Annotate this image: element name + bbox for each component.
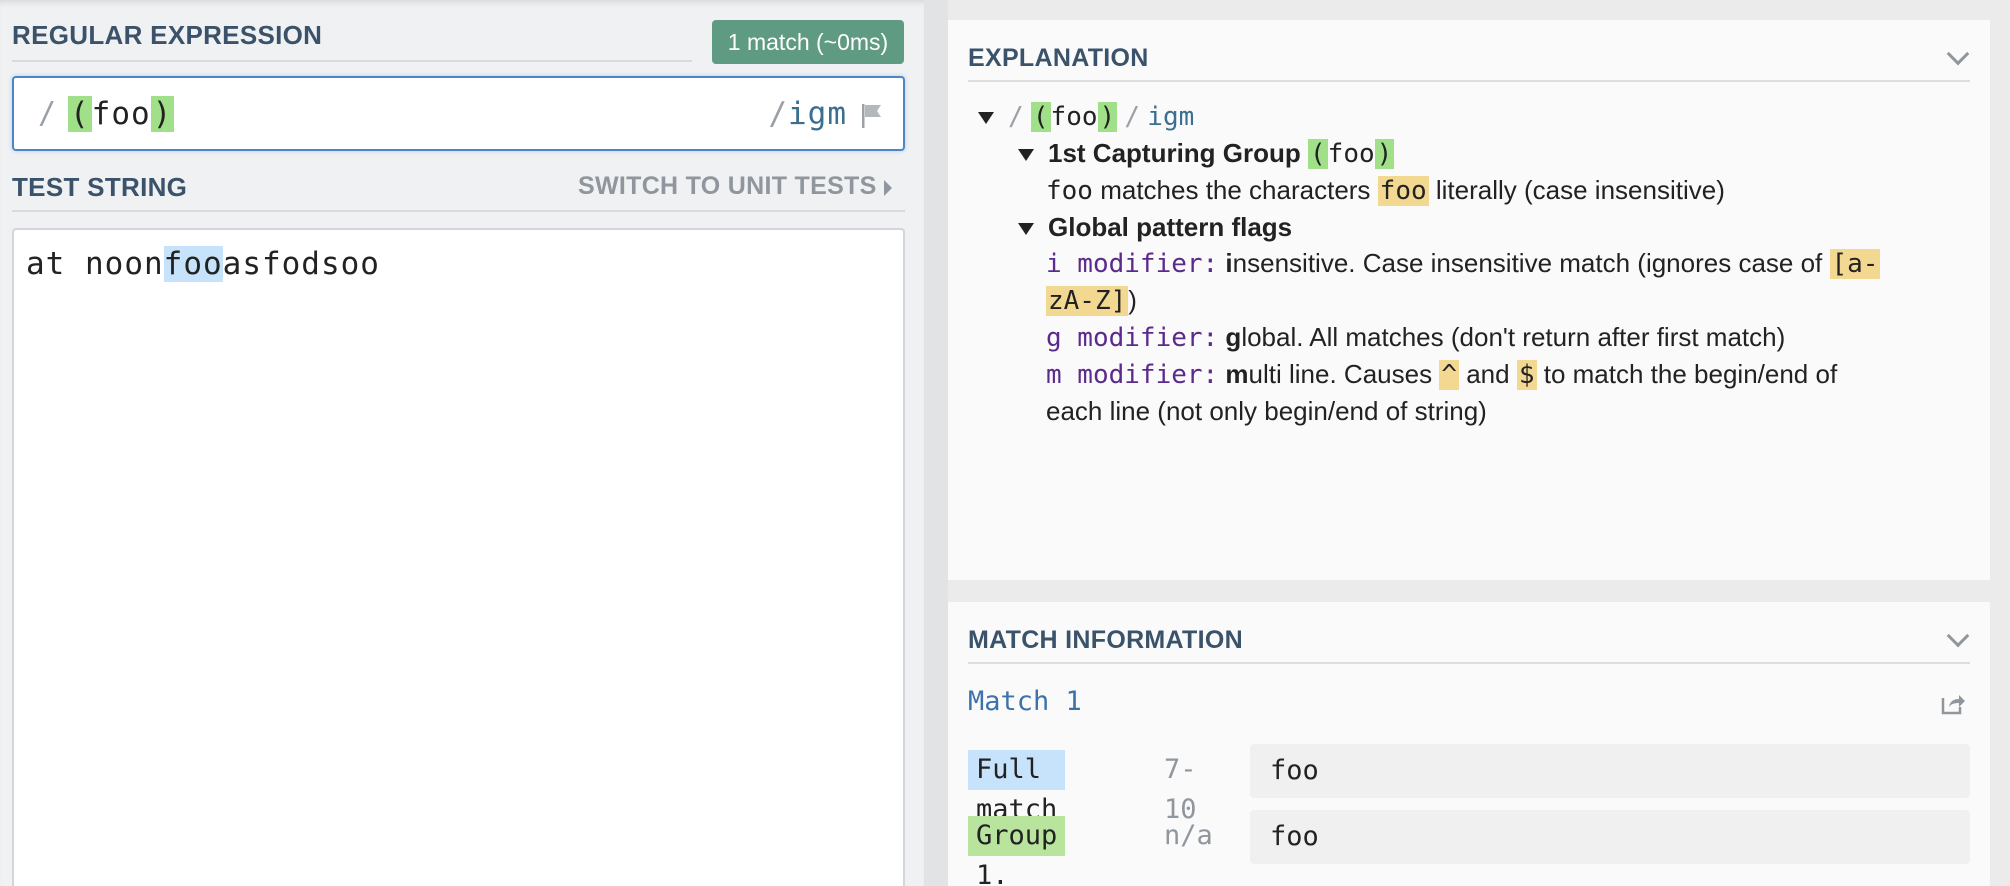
literal-text-a: matches the characters (1100, 175, 1371, 205)
regex-pattern-body: foo (91, 96, 151, 132)
root-open-paren: ( (1030, 102, 1051, 132)
literal-text-b: literally (case insensitive) (1435, 175, 1725, 205)
switch-to-unit-tests-link[interactable]: SWITCH TO UNIT TESTS (578, 172, 877, 201)
i-range-highlight-a: [a- (1829, 249, 1881, 279)
literal-explanation: foo matches the characters foo literally… (978, 172, 1880, 209)
caret-right-icon[interactable] (884, 180, 892, 196)
match-information-rule (968, 662, 1970, 664)
capturing-group-node[interactable]: 1st Capturing Group (foo) (978, 135, 1880, 172)
group-close-paren: ) (1374, 139, 1395, 169)
chevron-down-icon[interactable] (1946, 624, 1970, 648)
explanation-tree: / (foo) / igm 1st Capturing Group (foo) … (978, 98, 1881, 429)
explanation-panel: EXPLANATION / (foo) / igm 1st Capturing … (948, 20, 1990, 580)
group-1-range: n/a (1164, 820, 1213, 851)
match-count-badge: 1 match (~0ms) (712, 20, 904, 64)
literal-highlight: foo (1377, 176, 1429, 206)
m-modifier-explanation: m modifier: multi line. Causes ^ and $ t… (978, 356, 1880, 393)
regex-flags-button[interactable]: /igm (768, 94, 847, 134)
triangle-down-icon[interactable] (978, 112, 994, 125)
root-close-delim: / (1124, 102, 1141, 132)
test-string-section-title: TEST STRING (12, 172, 188, 202)
explanation-root[interactable]: / (foo) / igm (978, 98, 1880, 135)
global-flags-node[interactable]: Global pattern flags (978, 209, 1880, 245)
regex-input[interactable]: (foo) (68, 94, 175, 134)
i-close-paren: ) (1128, 285, 1137, 315)
flag-icon[interactable] (861, 104, 883, 128)
regex-group-open-paren: ( (68, 96, 92, 132)
root-close-paren: ) (1097, 102, 1118, 132)
group-body: foo (1327, 139, 1375, 169)
g-bold-letter: g (1225, 322, 1242, 352)
literal-token: foo (1046, 176, 1093, 206)
m-modifier-explanation-cont: each line (not only begin/end of string) (978, 393, 1880, 429)
root-open-delim: / (1008, 102, 1024, 132)
m-bold-letter: m (1225, 359, 1249, 389)
caret-highlight: ^ (1439, 360, 1459, 390)
i-modifier-explanation-cont: zA-Z]) (978, 282, 1880, 319)
regex-section-title: REGULAR EXPRESSION (12, 20, 323, 50)
regex-section-rule (12, 60, 692, 62)
full-match-value[interactable]: foo (1250, 744, 1970, 798)
match-information-title: MATCH INFORMATION (968, 626, 1243, 654)
test-text-after: asfodsoo (222, 246, 380, 282)
full-match-tag: Full match (968, 750, 1066, 825)
share-icon[interactable] (1940, 692, 1966, 716)
i-modifier-label: i modifier: (1046, 249, 1219, 279)
group-1-tag: Group 1. (968, 816, 1066, 886)
test-section-rule (12, 210, 905, 212)
g-modifier-label: g modifier: (1046, 323, 1219, 353)
root-body: foo (1050, 102, 1098, 132)
group-open-paren: ( (1308, 139, 1328, 169)
m-text-c: to match the begin/end of (1543, 359, 1838, 389)
i-modifier-text: nsensitive. Case insensitive match (igno… (1232, 248, 1823, 278)
explanation-rule (968, 80, 1970, 82)
test-text-before: at noon (26, 246, 164, 282)
m-text-d: each line (not only begin/end of string) (1046, 396, 1487, 426)
dollar-highlight: $ (1516, 360, 1537, 390)
regex-input-box[interactable]: / (foo) /igm (12, 76, 905, 151)
test-text-match-highlight: foo (163, 246, 223, 282)
root-flags: igm (1147, 102, 1195, 132)
global-flags-title: Global pattern flags (1048, 212, 1293, 242)
group-1-value[interactable]: foo (1250, 810, 1970, 864)
i-modifier-explanation: i modifier: insensitive. Case insensitiv… (978, 245, 1881, 282)
regex-editor-pane: REGULAR EXPRESSION 1 match (~0ms) / (foo… (0, 0, 924, 886)
i-range-highlight-b: zA-Z] (1046, 286, 1129, 316)
m-text-b: and (1466, 359, 1510, 389)
match-information-panel: MATCH INFORMATION Match 1 Full match 7-1… (948, 602, 1990, 886)
match-1-label: Match 1 (968, 686, 1082, 717)
test-string-text[interactable]: at noonfooasfodsoo (26, 244, 380, 284)
regex-close-delimiter: / (768, 96, 788, 132)
chevron-down-icon[interactable] (1946, 42, 1970, 66)
explanation-title: EXPLANATION (968, 44, 1149, 72)
triangle-down-icon[interactable] (1018, 223, 1034, 236)
m-text-a: ulti line. Causes (1248, 359, 1433, 389)
capturing-group-title: 1st Capturing Group (1048, 138, 1301, 168)
regex-group-close-paren: ) (150, 96, 175, 132)
triangle-down-icon[interactable] (1018, 149, 1034, 162)
g-modifier-text: lobal. All matches (don't return after f… (1241, 322, 1786, 352)
m-modifier-label: m modifier: (1046, 360, 1219, 390)
pane-resize-divider[interactable] (924, 0, 948, 886)
test-string-editor[interactable]: at noonfooasfodsoo (12, 228, 905, 886)
g-modifier-explanation: g modifier: global. All matches (don't r… (978, 319, 1880, 356)
i-bold-letter: i (1225, 248, 1233, 278)
regex-flags: igm (788, 96, 847, 132)
regex-open-delimiter: / (38, 96, 57, 131)
